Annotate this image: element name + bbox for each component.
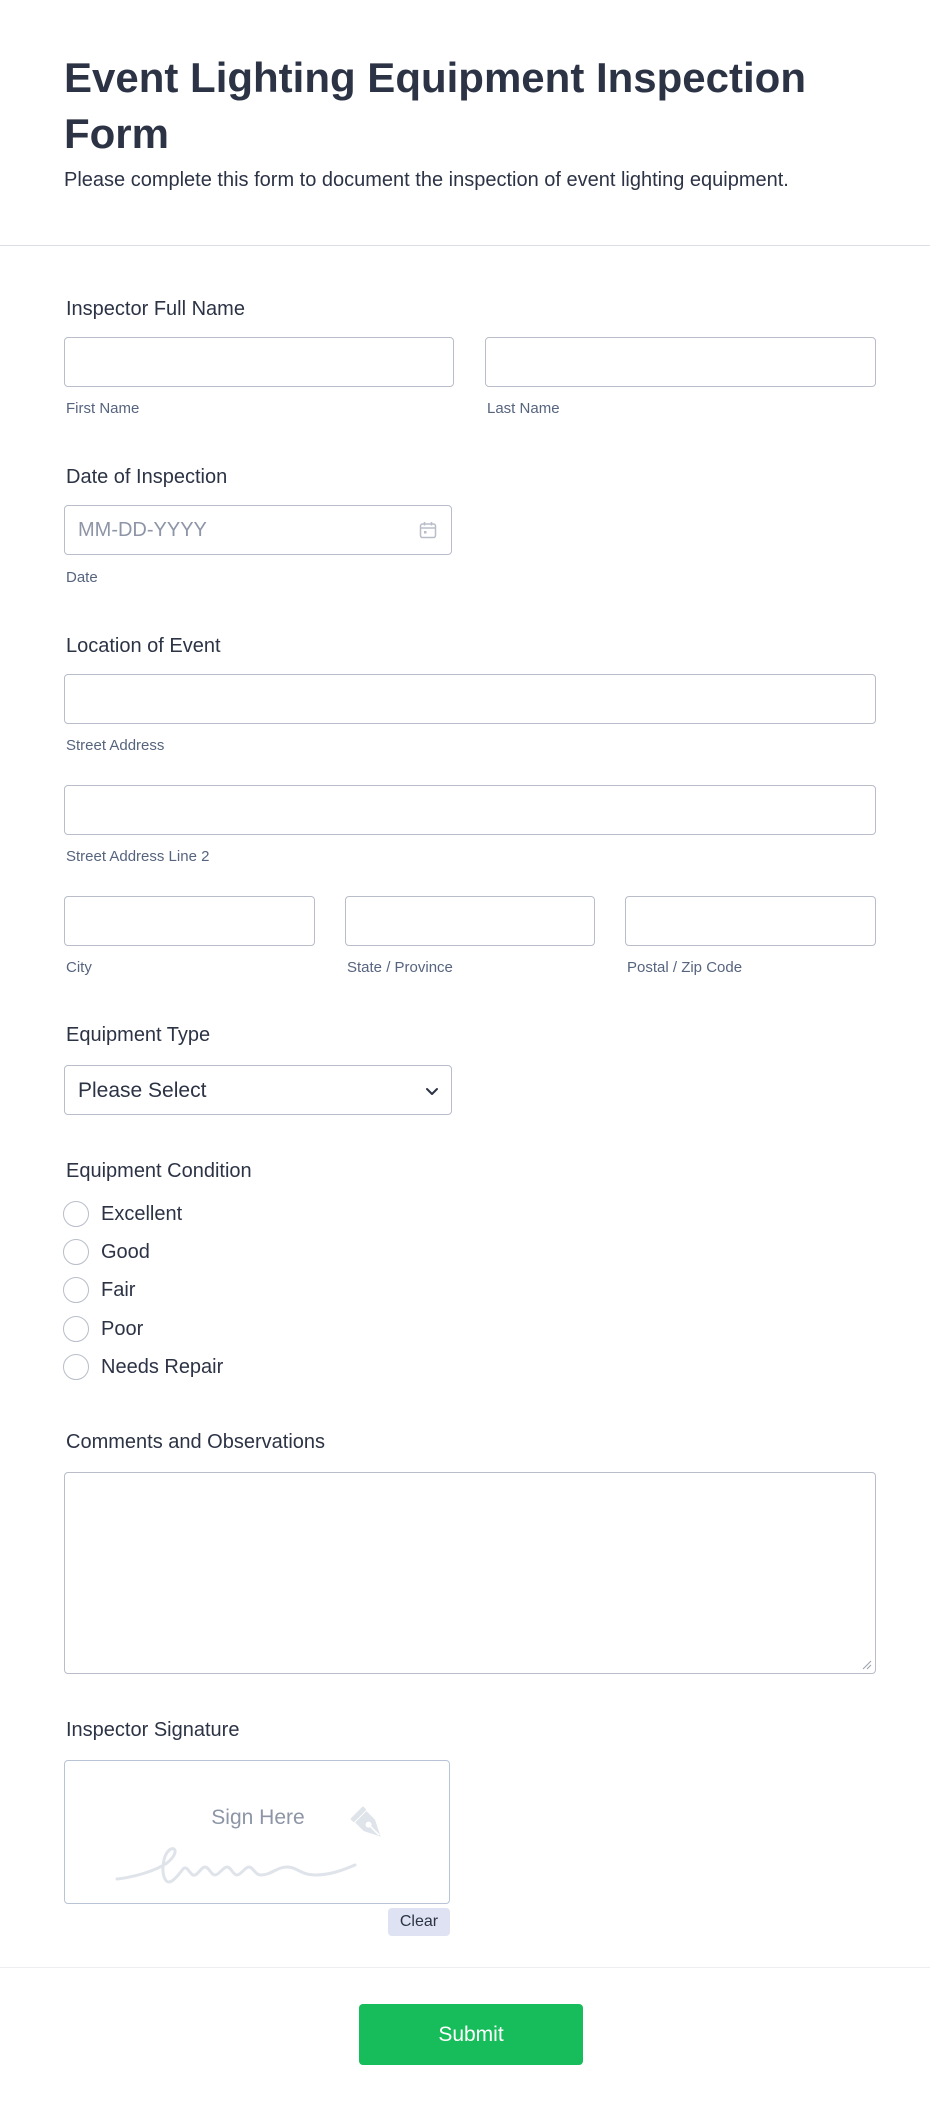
first-name-sublabel: First Name (66, 400, 140, 417)
calendar-icon[interactable] (419, 521, 437, 539)
radio-option-label: Good (101, 1241, 150, 1263)
radio-button[interactable] (63, 1354, 89, 1380)
street-address-sublabel: Street Address (66, 737, 165, 754)
inspection-date-input[interactable] (64, 505, 452, 555)
street-address-line2-sublabel: Street Address Line 2 (66, 848, 210, 865)
radio-option-fair[interactable]: Fair (63, 1276, 363, 1304)
radio-button[interactable] (63, 1316, 89, 1342)
signature-pad[interactable]: Sign Here (64, 1760, 450, 1904)
form-header: Event Lighting Equipment Inspection Form… (0, 0, 930, 246)
location-label: Location of Event (66, 635, 221, 657)
submit-button[interactable]: Submit (359, 2004, 583, 2065)
inspector-name-label: Inspector Full Name (66, 298, 245, 320)
last-name-input[interactable] (485, 337, 876, 387)
equipment-type-label: Equipment Type (66, 1024, 211, 1046)
radio-button[interactable] (63, 1201, 89, 1227)
comments-label: Comments and Observations (66, 1431, 326, 1453)
radio-button[interactable] (63, 1277, 89, 1303)
state-sublabel: State / Province (347, 959, 453, 976)
radio-option-poor[interactable]: Poor (63, 1315, 363, 1343)
equipment-type-selected-value: Please Select (78, 1079, 207, 1102)
radio-option-needs-repair[interactable]: Needs Repair (63, 1353, 363, 1381)
city-sublabel: City (66, 959, 92, 976)
footer-divider (0, 1967, 930, 1968)
radio-option-label: Excellent (101, 1203, 183, 1225)
street-address-input[interactable] (64, 674, 876, 724)
radio-option-label: Fair (101, 1279, 136, 1301)
last-name-sublabel: Last Name (487, 400, 560, 417)
resize-grip-icon[interactable] (860, 1658, 872, 1670)
city-input[interactable] (64, 896, 315, 946)
equipment-type-select[interactable]: Please Select (64, 1065, 452, 1115)
postal-code-input[interactable] (625, 896, 876, 946)
form-subtitle: Please complete this form to document th… (64, 169, 789, 191)
form-title: Event Lighting Equipment Inspection Form (64, 54, 806, 157)
radio-option-excellent[interactable]: Excellent (63, 1200, 363, 1228)
inspection-date-label: Date of Inspection (66, 466, 228, 488)
state-input[interactable] (345, 896, 595, 946)
comments-textarea[interactable] (64, 1472, 876, 1674)
postal-code-sublabel: Postal / Zip Code (627, 959, 743, 976)
equipment-condition-label: Equipment Condition (66, 1160, 252, 1182)
date-sublabel: Date (66, 569, 98, 586)
radio-option-label: Needs Repair (101, 1356, 224, 1378)
form-page: Event Lighting Equipment Inspection Form… (0, 0, 930, 2114)
radio-option-good[interactable]: Good (63, 1238, 363, 1266)
street-address-line2-input[interactable] (64, 785, 876, 835)
chevron-down-icon (426, 1088, 438, 1095)
radio-option-label: Poor (101, 1318, 144, 1340)
radio-button[interactable] (63, 1239, 89, 1265)
clear-signature-button[interactable]: Clear (388, 1908, 450, 1936)
pen-nib-icon (350, 1806, 381, 1837)
first-name-input[interactable] (64, 337, 454, 387)
signature-label: Inspector Signature (66, 1719, 240, 1741)
